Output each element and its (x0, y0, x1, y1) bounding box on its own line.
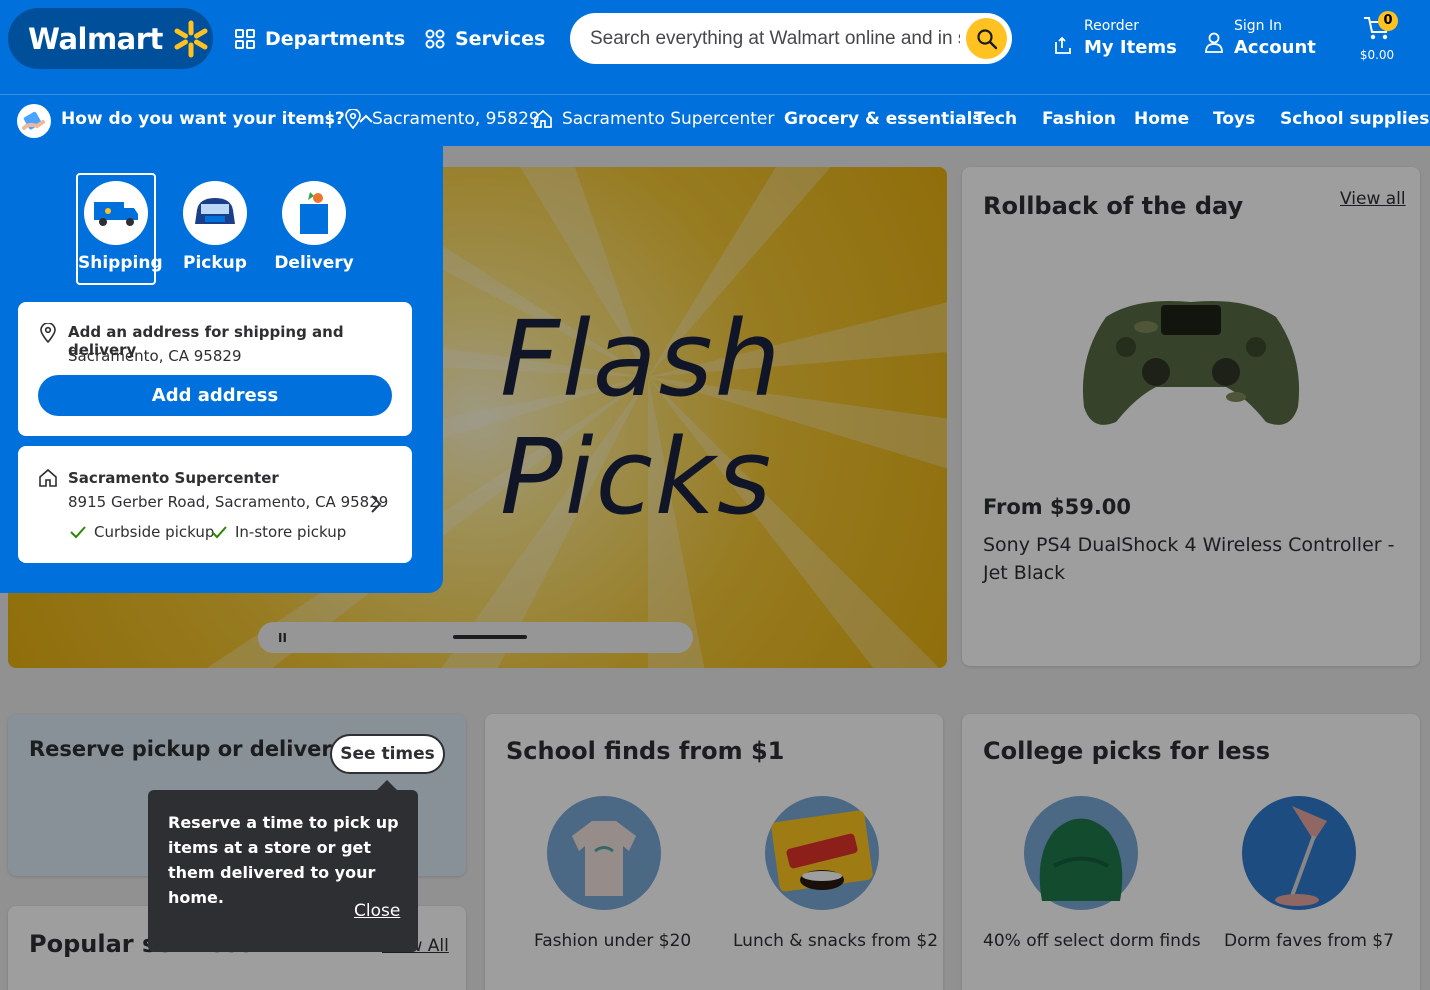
nav-link-fashion[interactable]: Fashion (1042, 109, 1116, 129)
store-card[interactable]: Sacramento Supercenter 8915 Gerber Road,… (18, 446, 412, 563)
address-card-subtitle: Sacramento, CA 95829 (68, 347, 242, 365)
services-label: Services (455, 28, 546, 50)
store-label: Sacramento Supercenter (562, 109, 775, 129)
shipping-truck-icon (84, 181, 148, 245)
store-link[interactable]: Sacramento Supercenter (533, 109, 774, 129)
subnav-separator: | (327, 109, 333, 129)
sub-navigation: How do you want your items? | Sacramento… (0, 94, 1430, 146)
curbside-label: Curbside pickup (94, 523, 215, 541)
pickup-car-icon (183, 181, 247, 245)
reorder-small-label: Reorder (1084, 18, 1140, 34)
search-button[interactable] (966, 18, 1007, 59)
nav-link-tech[interactable]: Tech (974, 109, 1017, 129)
store-icon (39, 468, 57, 487)
reorder-big-label: My Items (1084, 37, 1177, 58)
reorder-icon (1055, 36, 1071, 54)
store-card-title: Sacramento Supercenter (68, 469, 279, 487)
store-icon (534, 109, 552, 128)
checkmark-icon (211, 526, 227, 539)
nav-link-home[interactable]: Home (1134, 109, 1189, 129)
cart-count-badge: 0 (1378, 11, 1398, 31)
location-pin-icon (345, 109, 361, 129)
departments-button[interactable]: Departments (235, 22, 405, 56)
add-address-button[interactable]: Add address (38, 375, 392, 416)
services-icon (425, 29, 445, 49)
option-pickup[interactable]: Pickup (175, 173, 255, 285)
reserve-tooltip: Reserve a time to pick up items at a sto… (148, 790, 418, 952)
location-link[interactable]: Sacramento, 95829 (345, 109, 540, 129)
delivery-bag-icon (282, 181, 346, 245)
search-bar (570, 13, 1012, 64)
checkmark-icon (70, 526, 86, 539)
address-card: Add an address for shipping and delivery… (18, 302, 412, 436)
intent-toggle[interactable]: How do you want your items? (61, 109, 373, 129)
tooltip-arrow (377, 780, 397, 790)
user-icon (1205, 32, 1223, 53)
option-shipping-label: Shipping (78, 253, 163, 273)
services-button[interactable]: Services (425, 22, 545, 56)
spark-icon (174, 20, 208, 57)
tooltip-text: Reserve a time to pick up items at a sto… (168, 813, 399, 907)
option-shipping[interactable]: Shipping (76, 173, 163, 285)
departments-label: Departments (265, 28, 406, 50)
store-feature-instore: In-store pickup (211, 523, 346, 541)
top-header: Walmart Departments Services Search ever… (0, 0, 1430, 94)
option-delivery-label: Delivery (274, 253, 354, 273)
search-input[interactable] (590, 23, 960, 54)
instore-label: In-store pickup (235, 523, 347, 541)
intent-icon (17, 104, 51, 138)
chevron-right-icon (371, 495, 382, 513)
tooltip-close-link[interactable]: Close (354, 901, 400, 921)
nav-link-school-supplies[interactable]: School supplies (1280, 109, 1429, 129)
fulfillment-intent-panel: Shipping Pickup Delivery Add an address … (0, 146, 443, 593)
see-times-button[interactable]: See times (330, 734, 445, 774)
nav-link-toys[interactable]: Toys (1213, 109, 1255, 129)
walmart-logo[interactable]: Walmart (8, 8, 213, 69)
reorder-button[interactable]: Reorder My Items (1052, 16, 1177, 60)
intent-prompt: How do you want your items? (61, 109, 345, 129)
account-button[interactable]: Sign In Account (1204, 16, 1316, 60)
store-card-address: 8915 Gerber Road, Sacramento, CA 95829 (68, 493, 389, 511)
grid-icon (235, 29, 255, 49)
option-pickup-label: Pickup (183, 253, 247, 273)
option-delivery[interactable]: Delivery (274, 173, 354, 285)
signin-small-label: Sign In (1234, 18, 1282, 34)
cart-total: $0.00 (1359, 48, 1395, 62)
location-pin-icon (40, 323, 56, 343)
signin-big-label: Account (1234, 37, 1316, 58)
location-label: Sacramento, 95829 (372, 109, 540, 129)
logo-text: Walmart (28, 21, 163, 56)
search-icon (976, 28, 997, 49)
cart-button[interactable]: 0 $0.00 (1358, 11, 1398, 62)
store-feature-curbside: Curbside pickup (70, 523, 214, 541)
nav-link-grocery[interactable]: Grocery & essentials (784, 109, 983, 129)
